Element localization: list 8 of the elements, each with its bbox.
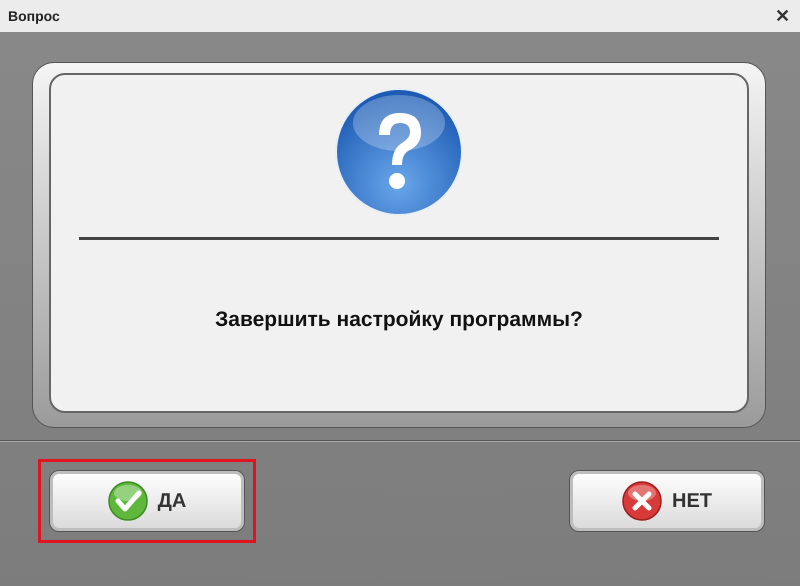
question-icon bbox=[334, 87, 464, 217]
window-title: Вопрос bbox=[8, 8, 60, 24]
check-icon bbox=[108, 481, 148, 521]
close-button[interactable]: ✕ bbox=[771, 5, 794, 27]
no-button[interactable]: НЕТ bbox=[569, 470, 765, 532]
yes-button[interactable]: ДА bbox=[49, 470, 245, 532]
cross-icon bbox=[622, 481, 662, 521]
message-text: Завершить настройку программы? bbox=[215, 308, 583, 332]
